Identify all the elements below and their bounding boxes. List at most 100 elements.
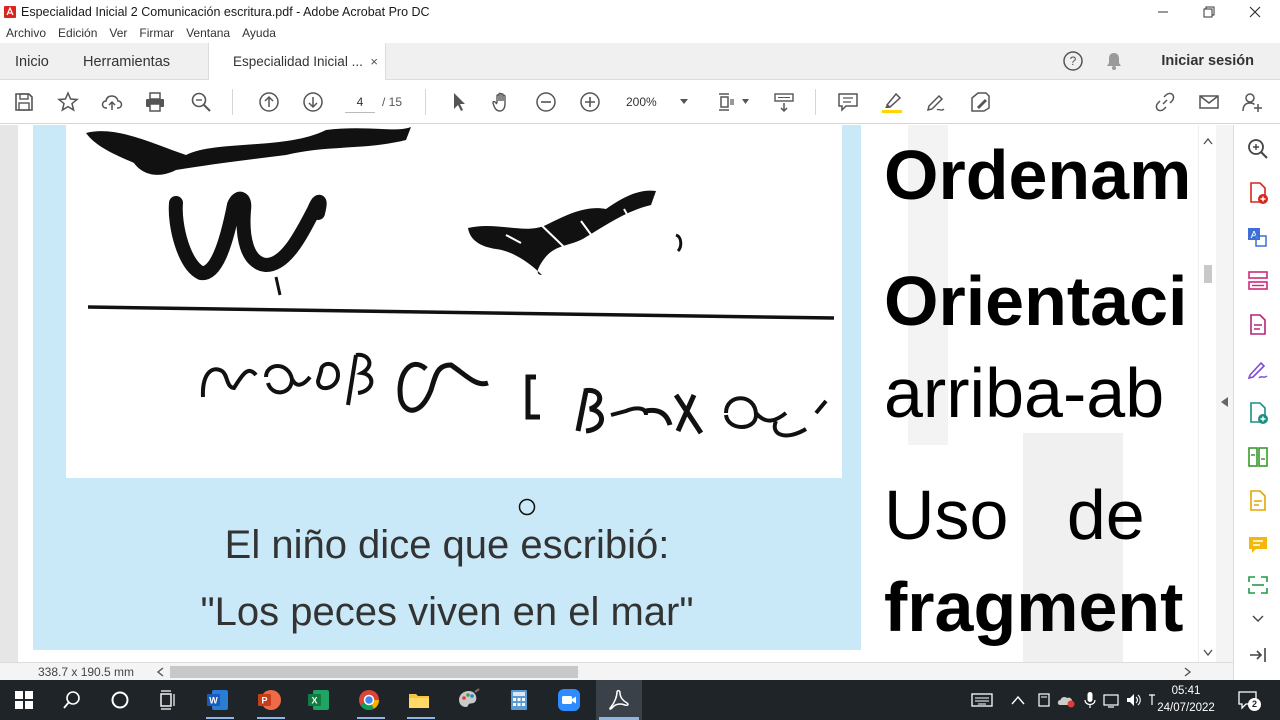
scroll-right-icon[interactable] <box>1184 667 1192 677</box>
bell-icon[interactable] <box>1104 51 1124 71</box>
export-pdf-icon[interactable] <box>1246 181 1270 205</box>
save-button[interactable] <box>12 90 36 114</box>
start-button[interactable] <box>12 688 36 712</box>
zoom-out-button[interactable] <box>534 90 558 114</box>
chevron-down-icon[interactable] <box>742 99 749 104</box>
vertical-scrollbar[interactable] <box>1198 125 1216 662</box>
compare-icon[interactable] <box>1246 445 1270 469</box>
bookmark-button[interactable] <box>56 90 80 114</box>
menu-ventana[interactable]: Ventana <box>186 26 230 40</box>
right-pane-toggle[interactable] <box>1216 125 1233 662</box>
comment-icon[interactable] <box>1246 533 1270 557</box>
file-explorer-app[interactable] <box>407 688 431 712</box>
tab-herramientas[interactable]: Herramientas <box>83 43 170 80</box>
scroll-mode-button[interactable] <box>772 90 796 114</box>
search-button[interactable] <box>60 688 84 712</box>
find-button[interactable] <box>189 90 213 114</box>
onedrive-tray[interactable] <box>1054 688 1078 712</box>
zoom-level-select[interactable]: 200% <box>626 93 690 113</box>
menu-edicion[interactable]: Edición <box>58 26 97 40</box>
share-link-button[interactable] <box>1153 90 1177 114</box>
page-display-button[interactable] <box>716 90 740 114</box>
tools-sidebar: A <box>1233 125 1280 680</box>
page-number-input[interactable]: 4 <box>345 93 375 113</box>
network-tray[interactable] <box>1100 688 1124 712</box>
fill-sign-icon[interactable] <box>1246 357 1270 381</box>
scroll-left-icon[interactable] <box>156 667 164 677</box>
horizontal-scroll-thumb[interactable] <box>170 666 578 678</box>
menu-ver[interactable]: Ver <box>109 26 127 40</box>
close-window-button[interactable] <box>1232 0 1278 23</box>
text-uso-de: Uso de <box>884 476 1145 554</box>
acrobat-app-active[interactable] <box>596 680 642 720</box>
zoom-search-icon[interactable] <box>1246 137 1270 161</box>
organize-pages-icon[interactable] <box>1246 269 1270 293</box>
next-page-button[interactable] <box>301 90 325 114</box>
tab-close-icon[interactable]: × <box>370 54 378 69</box>
chevron-left-icon <box>1221 397 1228 407</box>
scan-icon[interactable] <box>1246 573 1270 597</box>
vertical-scroll-thumb[interactable] <box>1204 265 1212 283</box>
document-viewer[interactable]: El niño dice que escribió: "Los peces vi… <box>0 125 1233 662</box>
heading-orientacion: Orientaci <box>884 262 1188 340</box>
save-icon <box>15 93 33 111</box>
collapse-pane-icon[interactable] <box>1246 643 1270 667</box>
menu-archivo[interactable]: Archivo <box>6 26 46 40</box>
print-button[interactable] <box>143 90 167 114</box>
minus-circle-icon <box>536 92 556 112</box>
comment-button[interactable] <box>836 90 860 114</box>
zoom-app[interactable] <box>557 688 581 712</box>
upload-button[interactable] <box>100 90 124 114</box>
keyboard-tray[interactable] <box>970 688 994 712</box>
child-writing-image <box>66 125 842 478</box>
toolbar-separator <box>815 89 816 115</box>
chevron-down-icon[interactable] <box>1252 615 1264 623</box>
excel-app[interactable]: X <box>307 688 331 712</box>
printer-icon <box>146 92 164 112</box>
powerpoint-icon: P <box>258 690 281 710</box>
email-button[interactable] <box>1197 90 1221 114</box>
keyboard-scroll-icon <box>774 93 794 113</box>
powerpoint-app[interactable]: P <box>257 688 281 712</box>
page-dimensions: 338.7 x 190.5 mm <box>38 665 135 679</box>
tray-overflow[interactable] <box>1006 688 1030 712</box>
microphone-tray[interactable] <box>1078 688 1102 712</box>
task-view-button[interactable] <box>156 688 180 712</box>
acrobat-icon <box>609 689 629 710</box>
help-icon[interactable]: ? <box>1062 50 1084 72</box>
system-clock[interactable]: 05:41 24/07/2022 <box>1154 683 1218 717</box>
restore-button[interactable] <box>1186 0 1232 23</box>
signin-button[interactable]: Iniciar sesión <box>1161 53 1254 69</box>
tab-document[interactable]: Especialidad Inicial ... × <box>208 43 386 80</box>
tray-app-1[interactable] <box>1032 688 1056 712</box>
chrome-app[interactable] <box>357 688 381 712</box>
action-center-button[interactable]: 2 <box>1236 688 1261 712</box>
word-app[interactable]: W <box>206 688 230 712</box>
select-tool-button[interactable] <box>447 90 471 114</box>
zoom-in-button[interactable] <box>578 90 602 114</box>
menu-firmar[interactable]: Firmar <box>139 26 174 40</box>
search-icon <box>63 691 80 709</box>
draw-button[interactable] <box>924 90 948 114</box>
paint-app[interactable] <box>457 688 481 712</box>
fill-sign-button[interactable] <box>968 90 992 114</box>
minimize-button[interactable] <box>1140 0 1186 23</box>
highlight-button[interactable] <box>880 90 904 114</box>
highlighter-icon <box>882 92 902 113</box>
previous-page-button[interactable] <box>257 90 281 114</box>
hand-tool-button[interactable] <box>490 90 514 114</box>
create-pdf-icon[interactable] <box>1246 401 1270 425</box>
cursor-circle-icon <box>518 498 536 516</box>
calculator-app[interactable] <box>507 688 531 712</box>
edit-pdf-icon[interactable] <box>1246 313 1270 337</box>
tab-inicio[interactable]: Inicio <box>15 43 49 80</box>
cortana-button[interactable] <box>108 688 132 712</box>
status-bar: 338.7 x 190.5 mm <box>0 662 1233 680</box>
running-indicator <box>206 717 234 719</box>
network-icon <box>1103 694 1119 708</box>
add-user-button[interactable] <box>1240 90 1264 114</box>
svg-text:?: ? <box>1070 54 1077 68</box>
send-review-icon[interactable] <box>1246 489 1270 513</box>
translate-icon[interactable]: A <box>1246 225 1270 249</box>
menu-ayuda[interactable]: Ayuda <box>242 26 276 40</box>
